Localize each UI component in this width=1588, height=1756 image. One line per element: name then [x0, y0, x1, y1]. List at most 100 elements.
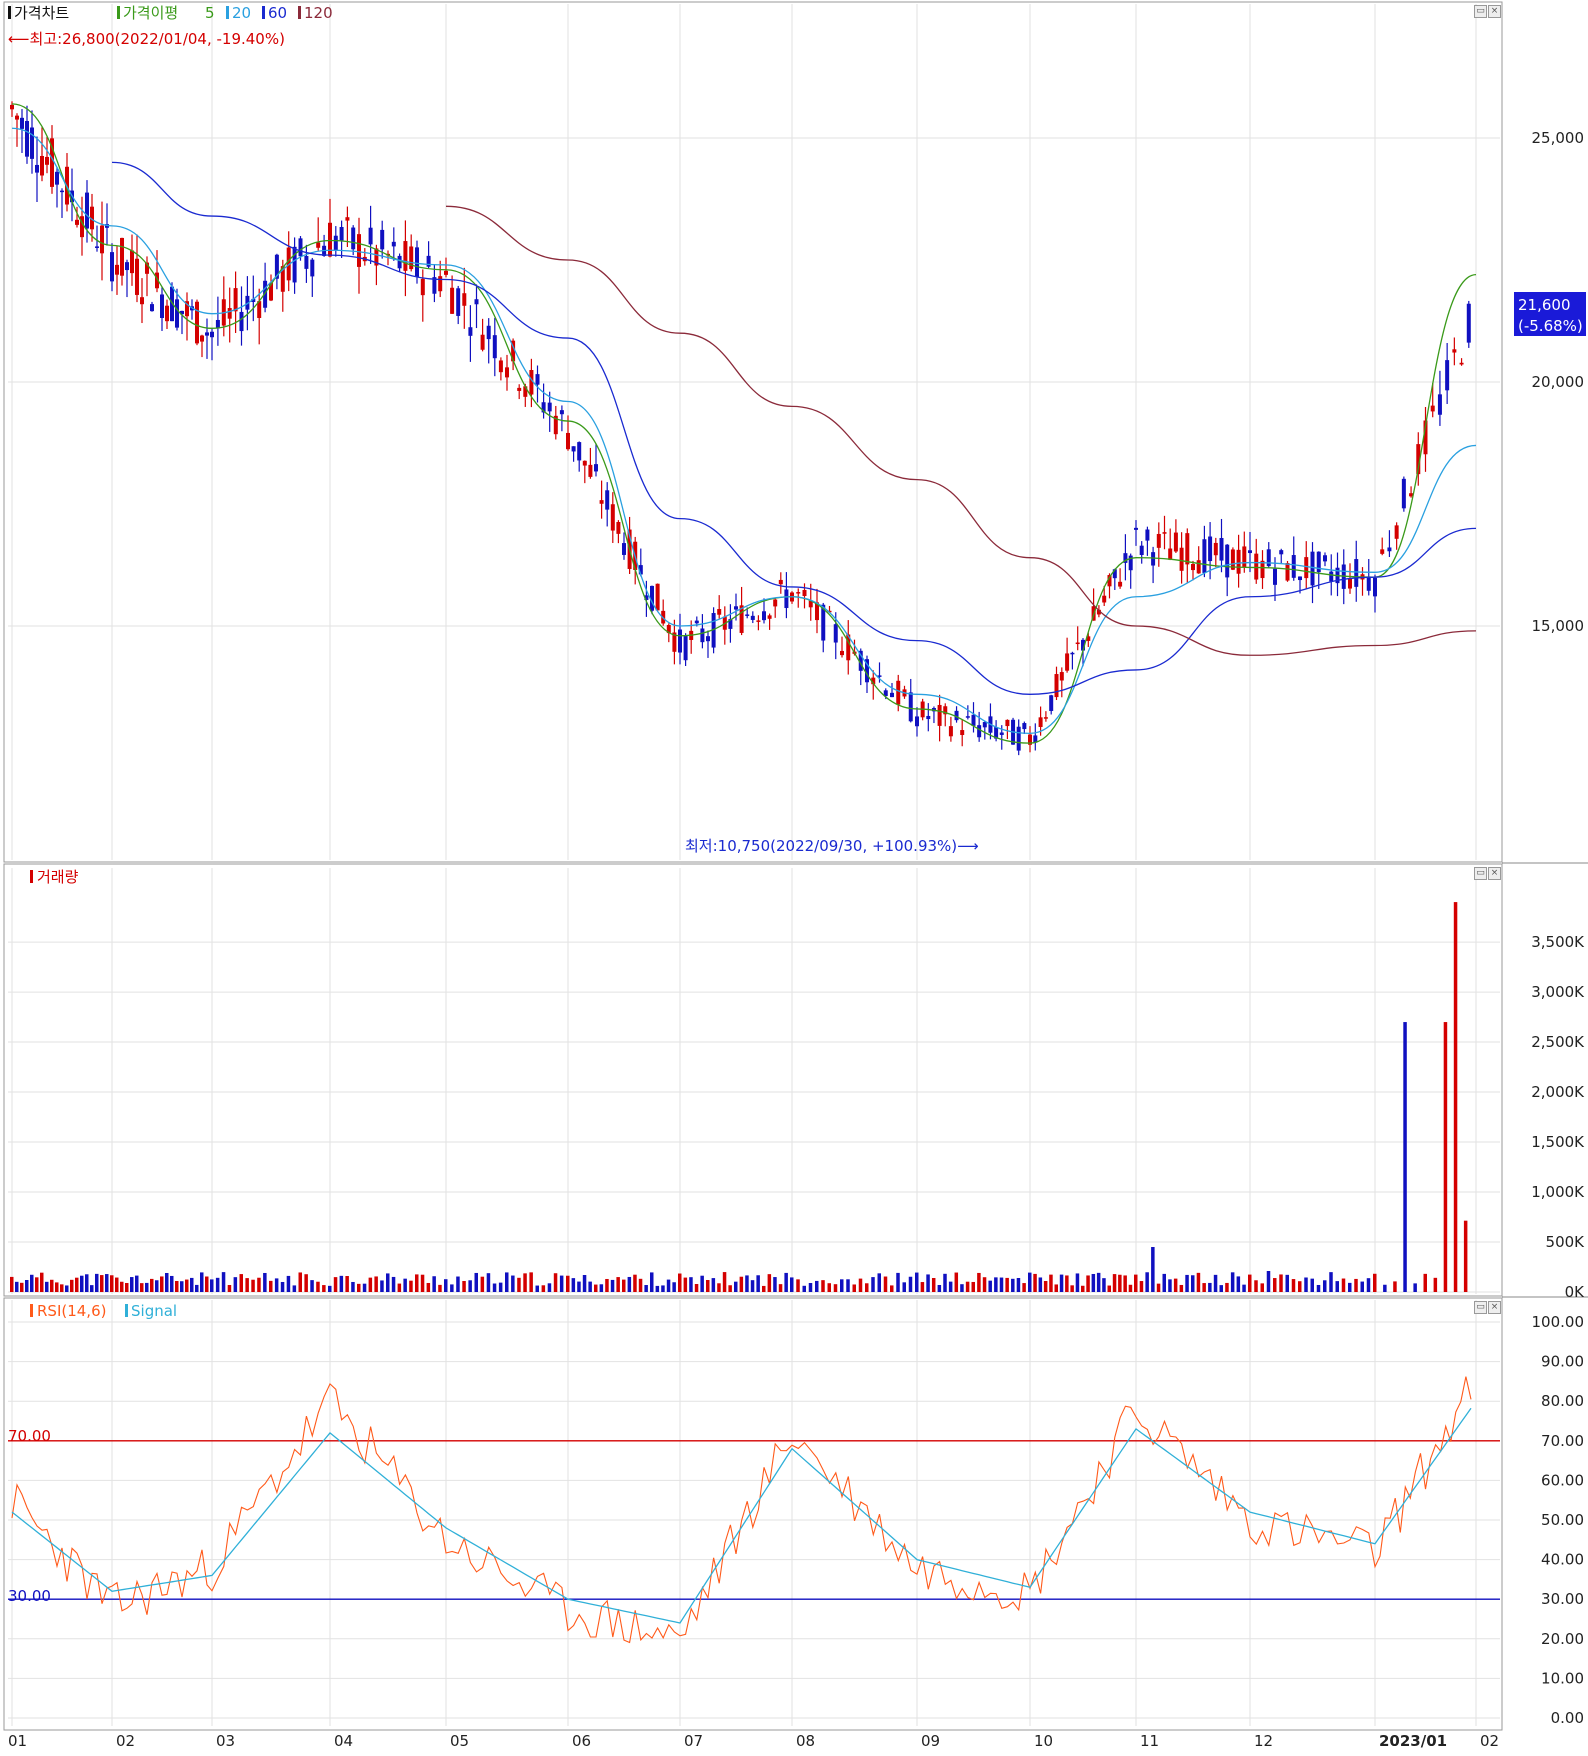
- candle-body: [210, 331, 214, 338]
- rsi-legend[interactable]: RSI(14,6) Signal: [30, 1302, 177, 1320]
- candle-body: [1065, 653, 1070, 671]
- volume-bar: [883, 1276, 888, 1292]
- candle-body: [85, 192, 89, 229]
- ma20-legend: 20: [232, 4, 251, 22]
- candle-body: [1466, 303, 1471, 343]
- ma-line: [11, 103, 1477, 744]
- candle-body: [750, 615, 755, 620]
- chart-canvas: 25,000 20,000 15,000 3,500K 3,000K 2,500K 2,00…: [3, 1, 1588, 1750]
- candle-body: [397, 255, 402, 269]
- volume-bar: [762, 1285, 766, 1292]
- volume-bar: [902, 1282, 906, 1292]
- candle-body: [10, 104, 14, 110]
- volume-bar: [380, 1280, 384, 1292]
- volume-bar: [1453, 902, 1458, 1292]
- volume-bar: [1298, 1281, 1302, 1292]
- volume-bar: [948, 1281, 953, 1292]
- candle-body: [1059, 672, 1064, 681]
- volume-bar: [1329, 1272, 1333, 1292]
- volume-bar: [1156, 1283, 1161, 1292]
- candle-body: [833, 624, 838, 643]
- candle-body: [292, 246, 297, 283]
- candle-body: [1070, 652, 1075, 655]
- rsi-series: [8, 1376, 1500, 1644]
- volume-bar: [896, 1272, 900, 1292]
- volume-bar: [994, 1277, 998, 1292]
- candle-body: [380, 229, 385, 250]
- candle-body: [700, 628, 705, 643]
- volume-bar: [432, 1276, 436, 1292]
- volume-bar: [239, 1274, 243, 1292]
- candle-body: [110, 252, 114, 282]
- candle-body: [517, 387, 522, 391]
- candle-body: [1279, 550, 1284, 555]
- price-panel-frame: [3, 1, 1503, 863]
- rsi-line: [11, 1376, 1472, 1644]
- volume-bar: [815, 1280, 819, 1292]
- volume-bar: [627, 1276, 632, 1292]
- candle-body: [25, 121, 29, 157]
- volume-bar: [185, 1279, 189, 1292]
- volume-bar: [1383, 1284, 1387, 1292]
- volume-bar: [50, 1279, 54, 1292]
- volume-bar: [1248, 1274, 1252, 1292]
- price-panel-minimize-button[interactable]: ▭: [1474, 5, 1487, 18]
- candle-body: [75, 219, 79, 225]
- volume-bar: [351, 1281, 355, 1292]
- volume-bar: [1128, 1284, 1133, 1292]
- candle-body: [498, 360, 503, 373]
- rsi-panel-close-button[interactable]: ×: [1488, 1301, 1501, 1314]
- price-legend[interactable]: 가격차트 가격이평 5 20 60 120: [8, 4, 333, 22]
- candle-body: [717, 609, 722, 615]
- candle-body: [450, 287, 455, 314]
- candle-body: [55, 171, 59, 185]
- volume-bar: [345, 1276, 349, 1292]
- candle-body: [1236, 549, 1241, 574]
- candle-body: [1366, 576, 1371, 591]
- candle-body: [535, 374, 540, 385]
- candle-body: [468, 327, 473, 336]
- volume-bar: [1213, 1274, 1218, 1292]
- volume-bar: [588, 1281, 592, 1292]
- price-panel-close-button[interactable]: ×: [1488, 5, 1501, 18]
- volume-tick-label: 3,000K: [1531, 983, 1585, 1001]
- rsi-panel-minimize-button[interactable]: ▭: [1474, 1301, 1487, 1314]
- candle-body: [1043, 717, 1048, 719]
- volume-bar: [1413, 1283, 1417, 1292]
- candle-body: [1202, 539, 1207, 573]
- volume-legend[interactable]: 거래량: [30, 868, 79, 886]
- volume-bar: [115, 1277, 119, 1292]
- volume-bar: [90, 1285, 94, 1292]
- volume-bar: [1028, 1272, 1032, 1292]
- price-tick-label: 15,000: [1532, 617, 1585, 635]
- volume-bar: [25, 1280, 29, 1292]
- volume-bar: [840, 1279, 844, 1292]
- candle-body: [999, 732, 1004, 735]
- rsi-tick-label: 70.00: [1541, 1432, 1584, 1450]
- volume-bar: [215, 1277, 220, 1292]
- candle-body: [1225, 544, 1230, 578]
- volume-bar: [322, 1285, 326, 1292]
- volume-bar: [362, 1283, 367, 1292]
- candle-body: [30, 127, 34, 159]
- candle-body: [1145, 529, 1150, 541]
- candle-body: [403, 241, 408, 271]
- volume-bar: [756, 1275, 760, 1292]
- volume-bar: [1403, 1022, 1407, 1292]
- candle-body: [1213, 542, 1218, 556]
- volume-panel-close-button[interactable]: ×: [1488, 867, 1501, 880]
- ma60-legend: 60: [268, 4, 287, 22]
- volume-bar: [105, 1274, 109, 1292]
- candle-body: [1022, 723, 1027, 730]
- volume-bar: [45, 1281, 49, 1292]
- volume-panel-minimize-button[interactable]: ▭: [1474, 867, 1487, 880]
- volume-bar: [333, 1277, 338, 1292]
- candle-body: [577, 442, 582, 461]
- candle-body: [227, 308, 232, 319]
- candle-body: [915, 716, 919, 727]
- candle-body: [965, 716, 970, 718]
- volume-bar: [1065, 1275, 1069, 1292]
- volume-bar: [95, 1273, 99, 1292]
- volume-tick-label: 0K: [1565, 1283, 1586, 1301]
- volume-bar: [511, 1275, 515, 1292]
